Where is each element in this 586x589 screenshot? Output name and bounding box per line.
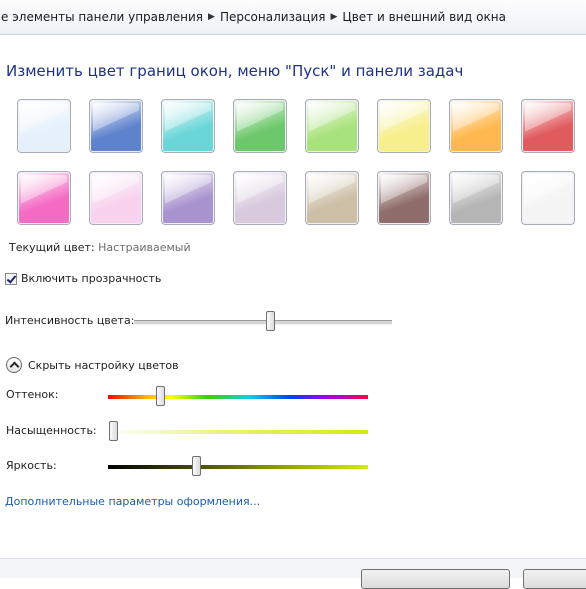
color-mixer-toggle-label[interactable]: Скрыть настройку цветов — [28, 359, 179, 372]
transparency-checkbox[interactable] — [5, 272, 17, 285]
color-swatch[interactable] — [161, 171, 215, 225]
transparency-row[interactable]: Включить прозрачность — [5, 272, 161, 285]
color-swatch[interactable] — [521, 171, 575, 225]
color-swatch[interactable] — [377, 171, 431, 225]
cancel-button[interactable] — [523, 569, 586, 589]
brightness-slider[interactable] — [108, 456, 368, 476]
chevron-right-icon[interactable]: ▶ — [208, 12, 215, 22]
hue-slider-thumb[interactable] — [155, 386, 165, 406]
hue-slider[interactable] — [108, 386, 368, 406]
transparency-label[interactable]: Включить прозрачность — [21, 272, 161, 285]
save-changes-button[interactable] — [361, 569, 510, 589]
breadcrumb-item-personalization[interactable]: Персонализация — [220, 10, 326, 24]
color-mixer-toggle[interactable]: Скрыть настройку цветов — [6, 357, 179, 373]
color-swatch[interactable] — [161, 99, 215, 153]
color-swatch[interactable] — [521, 99, 575, 153]
saturation-slider[interactable] — [108, 421, 368, 441]
current-color-value: Настраиваемый — [98, 241, 191, 254]
chevron-right-icon[interactable]: ▶ — [331, 12, 338, 22]
color-swatch[interactable] — [89, 99, 143, 153]
breadcrumb: е элементы панели управления ▶ Персонали… — [0, 0, 586, 35]
breadcrumb-item-control-panel[interactable]: е элементы панели управления — [1, 10, 203, 24]
color-swatch[interactable] — [305, 171, 359, 225]
color-swatch[interactable] — [233, 171, 287, 225]
page-title: Изменить цвет границ окон, меню "Пуск" и… — [6, 62, 464, 80]
current-color-label: Текущий цвет: — [9, 241, 95, 254]
color-swatch[interactable] — [377, 99, 431, 153]
color-swatch[interactable] — [305, 99, 359, 153]
saturation-slider-thumb[interactable] — [108, 421, 118, 441]
advanced-appearance-link[interactable]: Дополнительные параметры оформления... — [5, 495, 260, 508]
saturation-label: Насыщенность: — [6, 424, 97, 437]
chevron-up-icon[interactable] — [6, 357, 22, 373]
breadcrumb-item-window-color[interactable]: Цвет и внешний вид окна — [342, 10, 506, 24]
color-swatch-grid — [17, 99, 586, 229]
color-swatch[interactable] — [17, 99, 71, 153]
intensity-slider[interactable] — [134, 311, 392, 331]
intensity-label: Интенсивность цвета: — [5, 314, 135, 327]
brightness-label: Яркость: — [6, 459, 57, 472]
intensity-slider-thumb[interactable] — [266, 311, 276, 331]
color-swatch[interactable] — [449, 171, 503, 225]
hue-label: Оттенок: — [6, 388, 59, 401]
color-swatch[interactable] — [233, 99, 287, 153]
color-swatch[interactable] — [449, 99, 503, 153]
color-swatch[interactable] — [89, 171, 143, 225]
current-color-line: Текущий цвет: Настраиваемый — [9, 241, 191, 254]
color-swatch[interactable] — [17, 171, 71, 225]
brightness-slider-thumb[interactable] — [191, 456, 201, 476]
